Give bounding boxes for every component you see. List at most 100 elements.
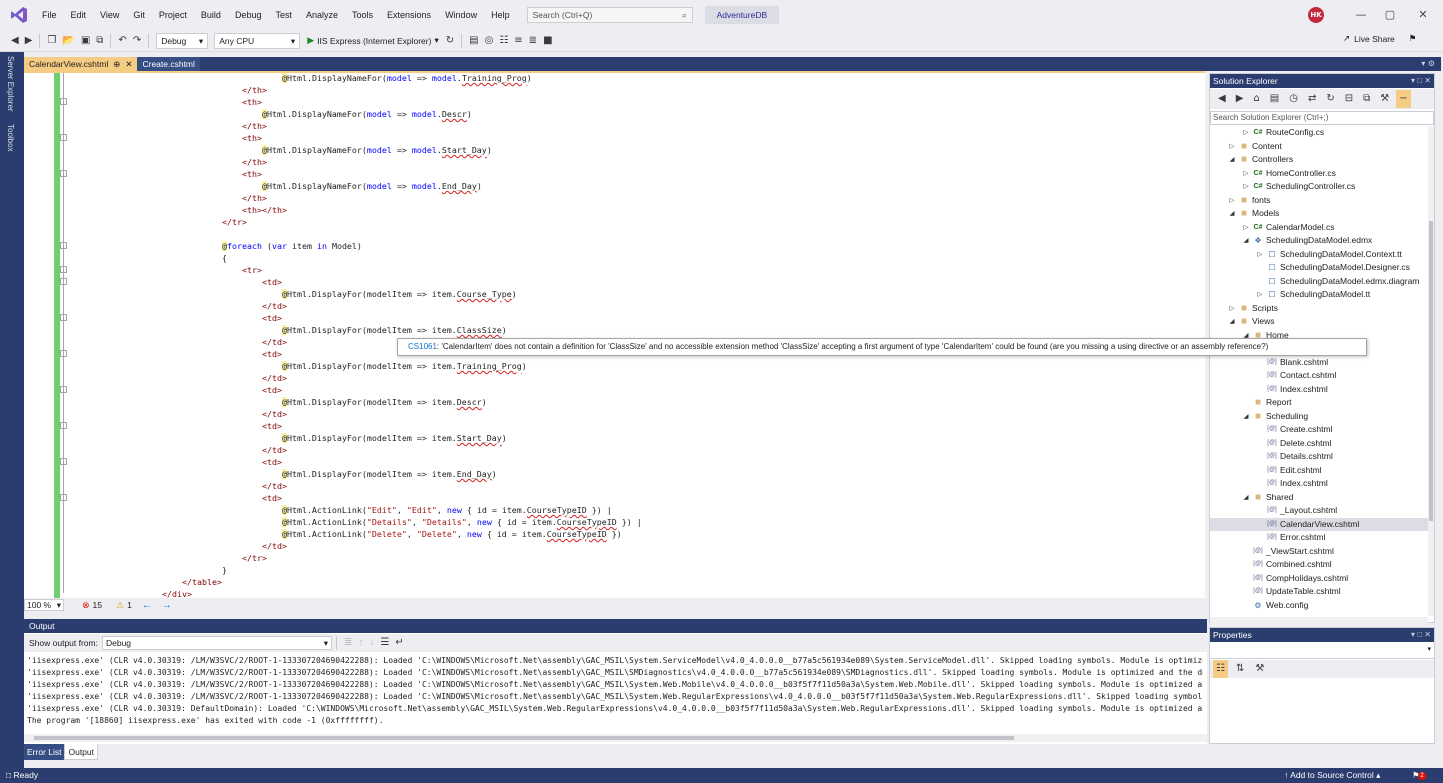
tree-item[interactable]: ▷ ☐ SchedulingDataModel.tt: [1210, 288, 1428, 302]
minimize-button[interactable]: —: [1352, 6, 1370, 24]
expand-arrow-icon[interactable]: ▷: [1228, 194, 1236, 208]
code-editor[interactable]: @Html.DisplayNameFor(model => model.Trai…: [24, 73, 1205, 598]
collapse-arrow-icon[interactable]: ◢: [1242, 491, 1250, 505]
code-line[interactable]: @Html.DisplayFor(modelItem => item.Train…: [222, 360, 527, 372]
menu-item-extensions[interactable]: Extensions: [380, 4, 438, 26]
collapse-arrow-icon[interactable]: ◢: [1228, 207, 1236, 221]
home-icon[interactable]: ⌂: [1250, 90, 1262, 108]
code-line[interactable]: @foreach (var item in Model): [222, 240, 362, 252]
code-line[interactable]: </td>: [222, 336, 287, 348]
code-line[interactable]: <td>: [222, 492, 282, 504]
code-line[interactable]: <td>: [222, 312, 282, 324]
error-count[interactable]: ⊗ 15: [82, 600, 102, 611]
tree-item[interactable]: ◢ ■ Scheduling: [1210, 410, 1428, 424]
add-to-source-control-button[interactable]: ↑ Add to Source Control ▴: [1284, 768, 1380, 783]
forward-icon[interactable]: ▶: [22, 32, 36, 50]
avatar[interactable]: HK: [1308, 7, 1324, 23]
server-explorer-tab[interactable]: Server Explorer: [6, 56, 15, 112]
tree-item[interactable]: [@] Contact.cshtml: [1210, 369, 1428, 383]
code-line[interactable]: <td>: [222, 348, 282, 360]
code-line[interactable]: <th>: [242, 132, 262, 144]
code-line[interactable]: }: [222, 564, 227, 576]
code-line[interactable]: @Html.ActionLink("Edit", "Edit", new { i…: [222, 504, 612, 516]
save-icon[interactable]: ▣: [78, 32, 93, 50]
toolbox-tab[interactable]: Toolbox: [6, 124, 15, 152]
code-line[interactable]: @Html.DisplayFor(modelItem => item.Class…: [222, 324, 507, 336]
menu-item-project[interactable]: Project: [152, 4, 194, 26]
collapse-arrow-icon[interactable]: ◢: [1242, 234, 1250, 248]
tree-item[interactable]: [@] CompHolidays.cshtml: [1210, 572, 1428, 586]
next-message-icon[interactable]: ↓: [366, 634, 377, 652]
scrollbar-thumb[interactable]: [1429, 221, 1433, 521]
code-line[interactable]: </div>: [162, 588, 192, 598]
expand-arrow-icon[interactable]: ▷: [1242, 126, 1250, 140]
back-icon[interactable]: ◀: [1215, 90, 1229, 108]
tree-item[interactable]: [@] Create.cshtml: [1210, 423, 1428, 437]
tree-item[interactable]: [@] Index.cshtml: [1210, 383, 1428, 397]
code-line[interactable]: @Html.DisplayNameFor(model => model.End_…: [242, 180, 482, 192]
expand-arrow-icon[interactable]: ▷: [1242, 167, 1250, 181]
scrollbar-thumb[interactable]: [34, 736, 1014, 740]
find-message-icon[interactable]: ≣: [341, 634, 355, 652]
zoom-select[interactable]: 100 % ▾: [24, 599, 64, 611]
error-code-link[interactable]: CS1061: [408, 342, 437, 351]
tree-item[interactable]: ◢ ■ Views: [1210, 315, 1428, 329]
tree-item[interactable]: [@] Delete.cshtml: [1210, 437, 1428, 451]
code-line[interactable]: @Html.DisplayFor(modelItem => item.Descr…: [222, 396, 487, 408]
preview-selected-icon[interactable]: −: [1396, 90, 1411, 108]
tree-item[interactable]: ☐ SchedulingDataModel.Designer.cs: [1210, 261, 1428, 275]
start-debugging-button[interactable]: ▶ IIS Express (Internet Explorer) ▾: [307, 35, 439, 46]
code-line[interactable]: </td>: [222, 372, 287, 384]
code-line[interactable]: </th>: [242, 192, 267, 204]
tree-item[interactable]: [@] Combined.cshtml: [1210, 558, 1428, 572]
back-icon[interactable]: ◀: [8, 32, 22, 50]
collapse-arrow-icon[interactable]: ◢: [1242, 410, 1250, 424]
expand-arrow-icon[interactable]: ▷: [1242, 180, 1250, 194]
tab-error-list[interactable]: Error List: [24, 744, 65, 760]
configuration-select[interactable]: Debug ▾: [156, 32, 209, 49]
tree-item[interactable]: ▷ C# HomeController.cs: [1210, 167, 1428, 181]
browser-link-icon[interactable]: ▤: [466, 32, 481, 50]
code-line[interactable]: @Html.ActionLink("Details", "Details", n…: [222, 516, 642, 528]
code-line[interactable]: </td>: [222, 480, 287, 492]
code-line[interactable]: </th>: [242, 84, 267, 96]
code-line[interactable]: <th>: [242, 96, 262, 108]
feedback-icon[interactable]: ⚑: [1409, 33, 1417, 44]
code-line[interactable]: </td>: [222, 444, 287, 456]
code-line[interactable]: <td>: [222, 420, 282, 432]
tree-item[interactable]: [@] UpdateTable.cshtml: [1210, 585, 1428, 599]
menu-item-build[interactable]: Build: [194, 4, 228, 26]
menu-item-edit[interactable]: Edit: [64, 4, 94, 26]
tree-item[interactable]: [@] Blank.cshtml: [1210, 356, 1428, 370]
live-share-button[interactable]: ↗ Live Share ⚑: [1343, 33, 1416, 44]
comment-icon[interactable]: ≡: [511, 32, 525, 50]
alphabetical-icon[interactable]: ⇅: [1233, 660, 1247, 678]
expand-arrow-icon[interactable]: ▷: [1228, 140, 1236, 154]
tree-item[interactable]: ▷ ■ Scripts: [1210, 302, 1428, 316]
switch-views-icon[interactable]: ▤: [1267, 90, 1282, 108]
search-box[interactable]: Search (Ctrl+Q) ⌕: [526, 7, 693, 23]
close-icon[interactable]: ✕: [125, 57, 132, 71]
tree-item[interactable]: ◢ ■ Models: [1210, 207, 1428, 221]
open-folder-icon[interactable]: 📂: [59, 32, 77, 50]
tree-item[interactable]: ◢ ■ Shared: [1210, 491, 1428, 505]
tree-item[interactable]: ◢ ■ Controllers: [1210, 153, 1428, 167]
tree-item[interactable]: ⚙ Web.config: [1210, 599, 1428, 613]
output-horizontal-scrollbar[interactable]: [24, 734, 1207, 742]
tree-item[interactable]: ■ Report: [1210, 396, 1428, 410]
code-line[interactable]: </tr>: [222, 552, 267, 564]
code-line[interactable]: @Html.DisplayNameFor(model => model.Desc…: [242, 108, 472, 120]
code-line[interactable]: <th></th>: [242, 204, 287, 216]
tree-item[interactable]: [@] _Layout.cshtml: [1210, 504, 1428, 518]
tree-item[interactable]: [@] Edit.cshtml: [1210, 464, 1428, 478]
undo-icon[interactable]: ↶: [115, 32, 129, 50]
collapse-all-icon[interactable]: ⊟: [1342, 90, 1356, 108]
warning-count[interactable]: ⚠ 1: [116, 600, 132, 611]
properties-object-select[interactable]: ▾: [1210, 643, 1434, 659]
expand-arrow-icon[interactable]: ▷: [1256, 248, 1264, 262]
maximize-button[interactable]: ▢: [1381, 6, 1399, 24]
property-pages-icon[interactable]: ⚒: [1252, 660, 1267, 678]
tree-item[interactable]: [@] CalendarView.cshtml: [1210, 517, 1428, 531]
code-line[interactable]: @Html.DisplayNameFor(model => model.Trai…: [262, 73, 532, 84]
code-line[interactable]: </th>: [242, 120, 267, 132]
